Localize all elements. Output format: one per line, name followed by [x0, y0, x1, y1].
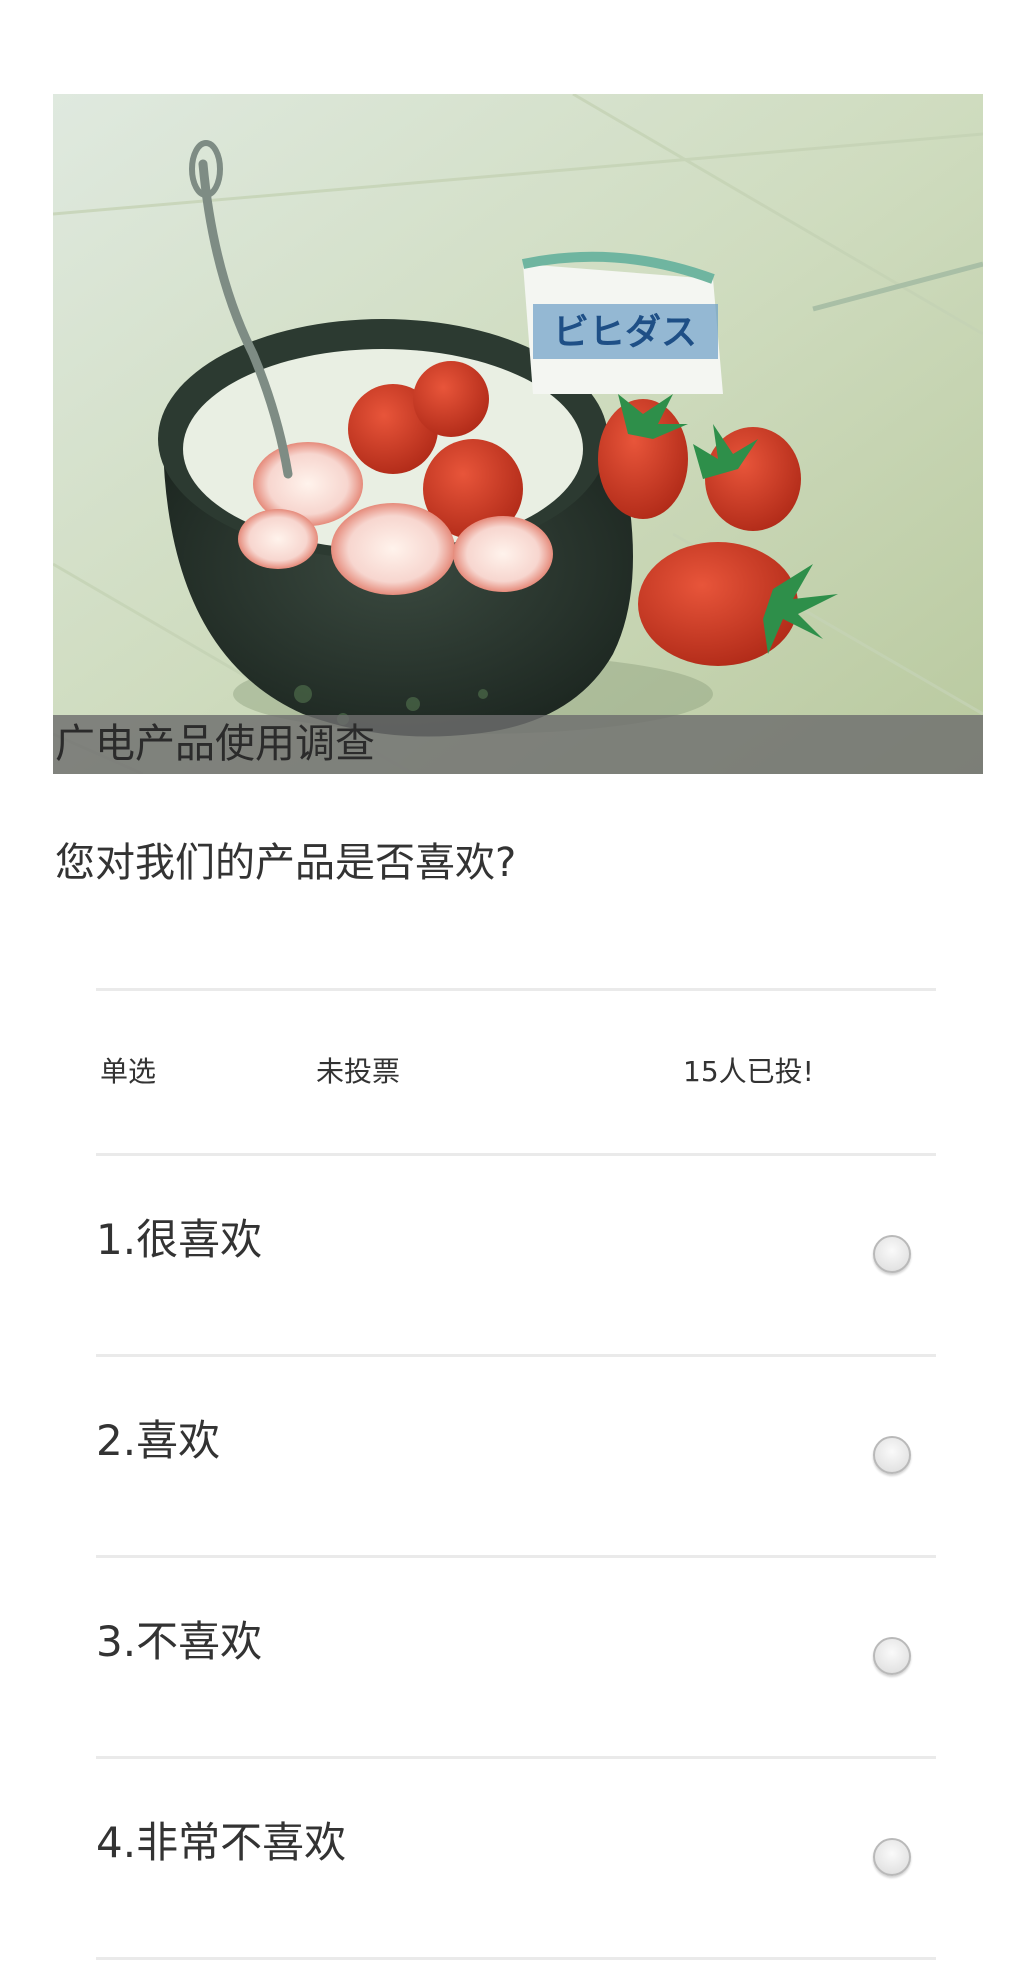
option-radio[interactable]	[873, 1235, 911, 1273]
option-row-4[interactable]: 4.非常不喜欢	[96, 1759, 936, 1957]
survey-question: 您对我们的产品是否喜欢?	[55, 840, 517, 886]
survey-title: 广电产品使用调查	[53, 715, 983, 774]
svg-text:ビヒダス: ビヒダス	[553, 312, 697, 353]
strawberry-bowl-image: ビヒダス	[53, 94, 983, 774]
vote-meta-row: 单选 未投票 15人已投!	[96, 992, 936, 1157]
option-radio[interactable]	[873, 1436, 911, 1474]
option-radio[interactable]	[873, 1637, 911, 1675]
option-label: 3.不喜欢	[96, 1617, 263, 1666]
option-label: 1.很喜欢	[96, 1215, 263, 1264]
option-label: 4.非常不喜欢	[96, 1818, 347, 1867]
option-label: 2.喜欢	[96, 1416, 221, 1465]
divider	[96, 988, 936, 991]
option-radio[interactable]	[873, 1838, 911, 1876]
question-type-label: 单选	[100, 1055, 157, 1088]
option-row-3[interactable]: 3.不喜欢	[96, 1558, 936, 1756]
option-row-2[interactable]: 2.喜欢	[96, 1357, 936, 1555]
divider	[96, 1957, 936, 1960]
survey-banner: ビヒダス 广电产品使用调查	[53, 94, 983, 774]
vote-count-label: 15人已投!	[683, 1055, 814, 1088]
vote-status-label: 未投票	[316, 1055, 401, 1088]
option-row-1[interactable]: 1.很喜欢	[96, 1156, 936, 1354]
